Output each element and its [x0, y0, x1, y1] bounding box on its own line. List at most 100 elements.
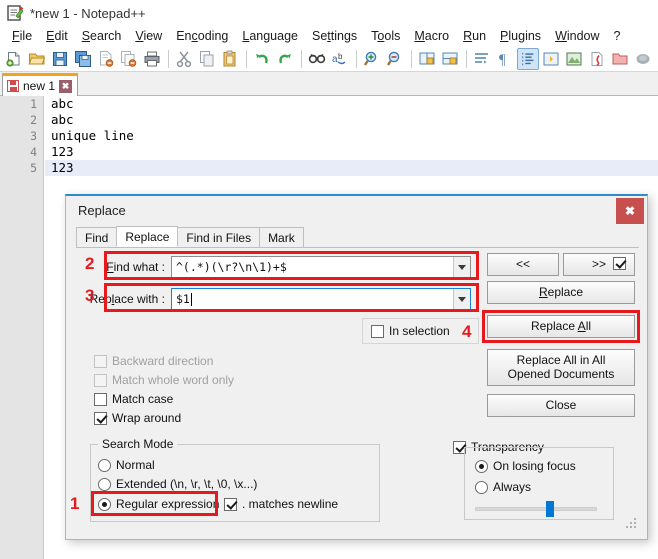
tab-find[interactable]: Find: [76, 227, 118, 247]
in-selection-checkbox[interactable]: In selection: [371, 324, 450, 338]
monitoring-icon[interactable]: [632, 48, 654, 70]
save-all-icon[interactable]: [72, 48, 94, 70]
wrap-around-label: Wrap around: [112, 411, 182, 425]
document-tab-new-1[interactable]: new 1 ✖: [2, 73, 79, 96]
dialog-close-button[interactable]: ✖: [616, 198, 644, 224]
tab-replace[interactable]: Replace: [116, 226, 179, 247]
dialog-body: Find what : ^(.*)(\r?\n\1)+$ Replace wit…: [70, 248, 640, 531]
sync-horizontal-scroll-icon[interactable]: [439, 48, 461, 70]
line-number: 4: [30, 145, 37, 159]
menu-file[interactable]: File: [5, 28, 39, 44]
document-map-icon[interactable]: [563, 48, 585, 70]
code-line[interactable]: 123: [45, 144, 658, 160]
on-losing-focus-label: On losing focus: [493, 459, 576, 473]
folder-as-workspace-icon[interactable]: [609, 48, 631, 70]
dot-matches-newline-label: . matches newline: [242, 497, 339, 511]
toolbar-separator: [246, 49, 247, 68]
close-button[interactable]: Close: [487, 394, 635, 417]
extended-radio[interactable]: Extended (\n, \r, \t, \0, \x...): [98, 477, 257, 491]
regular-expression-radio[interactable]: Regular expression: [98, 497, 219, 511]
menu-plugins[interactable]: Plugins: [493, 28, 548, 44]
zoom-out-icon[interactable]: [384, 48, 406, 70]
menu-settings[interactable]: Settings: [305, 28, 364, 44]
menu-macro[interactable]: Macro: [407, 28, 456, 44]
cut-icon[interactable]: [173, 48, 195, 70]
zoom-in-icon[interactable]: [361, 48, 383, 70]
code-line-current[interactable]: 123: [45, 160, 658, 176]
menu-help[interactable]: ?: [607, 28, 628, 44]
resize-grip[interactable]: [624, 516, 636, 528]
code-line[interactable]: unique line: [45, 128, 658, 144]
tab-mark[interactable]: Mark: [259, 227, 304, 247]
backward-direction-checkbox: Backward direction: [94, 354, 213, 368]
save-icon[interactable]: [49, 48, 71, 70]
replace-with-value: $1: [176, 292, 190, 306]
open-file-icon[interactable]: [26, 48, 48, 70]
find-what-row: Find what : ^(.*)(\r?\n\1)+$: [76, 254, 478, 280]
find-what-input[interactable]: ^(.*)(\r?\n\1)+$: [171, 256, 471, 278]
find-icon[interactable]: [306, 48, 328, 70]
normal-radio[interactable]: Normal: [98, 458, 155, 472]
on-losing-focus-radio[interactable]: On losing focus: [475, 459, 576, 473]
indent-guide-icon[interactable]: [517, 47, 539, 70]
window-title: *new 1 - Notepad++: [30, 5, 146, 21]
replace-button[interactable]: Replace: [487, 281, 635, 304]
notepad-plus-plus-icon: [6, 4, 24, 22]
dot-matches-newline-checkbox[interactable]: . matches newline: [224, 497, 338, 511]
menu-view[interactable]: View: [128, 28, 169, 44]
always-label: Always: [493, 480, 532, 494]
normal-label: Normal: [116, 458, 155, 472]
print-icon[interactable]: [141, 48, 163, 70]
backward-direction-label: Backward direction: [112, 354, 214, 368]
close-all-files-icon[interactable]: [118, 48, 140, 70]
menu-tools[interactable]: Tools: [364, 28, 407, 44]
search-mode-title: Search Mode: [98, 437, 178, 451]
match-case-checkbox[interactable]: Match case: [94, 392, 173, 406]
menu-search[interactable]: Search: [75, 28, 129, 44]
menu-language[interactable]: Language: [235, 28, 305, 44]
menu-run[interactable]: Run: [456, 28, 493, 44]
find-prev-button[interactable]: <<: [487, 253, 559, 276]
undo-icon[interactable]: [251, 48, 273, 70]
replace-all-button[interactable]: Replace All: [487, 315, 635, 338]
word-wrap-icon[interactable]: [471, 48, 493, 70]
copy-icon[interactable]: [196, 48, 218, 70]
user-defined-language-icon[interactable]: [540, 48, 562, 70]
transparency-slider[interactable]: [475, 500, 597, 518]
paste-icon[interactable]: [219, 48, 241, 70]
checkbox-box: [94, 354, 107, 368]
code-line[interactable]: abc: [45, 96, 658, 112]
tab-find-in-files[interactable]: Find in Files: [177, 227, 261, 247]
document-tab-bar: new 1 ✖: [0, 72, 658, 96]
redo-icon[interactable]: [274, 48, 296, 70]
code-line[interactable]: abc: [45, 112, 658, 128]
slider-thumb[interactable]: [545, 501, 554, 517]
find-next-after-replace-checkbox[interactable]: [613, 257, 631, 270]
replace-all-opened-docs-button[interactable]: Replace All in All Opened Documents: [487, 349, 635, 386]
menu-window[interactable]: Window: [548, 28, 606, 44]
sync-vertical-scroll-icon[interactable]: [416, 48, 438, 70]
menu-edit[interactable]: Edit: [39, 28, 75, 44]
close-file-icon[interactable]: [95, 48, 117, 70]
extended-label: Extended (\n, \r, \t, \0, \x...): [116, 477, 258, 491]
dialog-title: Replace: [78, 203, 126, 218]
slider-track: [475, 507, 597, 511]
toolbar-separator: [466, 49, 467, 68]
checkbox-box: [94, 373, 107, 387]
wrap-around-checkbox[interactable]: Wrap around: [94, 411, 181, 425]
line-number: 1: [30, 97, 37, 111]
find-what-dropdown-arrow[interactable]: [453, 257, 470, 277]
document-tab-close-icon[interactable]: ✖: [59, 79, 73, 93]
menu-encoding[interactable]: Encoding: [169, 28, 235, 44]
line-number: 5: [30, 161, 37, 175]
replace-with-dropdown-arrow[interactable]: [453, 289, 470, 309]
toolbar-separator: [356, 49, 357, 68]
always-radio[interactable]: Always: [475, 480, 531, 494]
text-caret: [190, 292, 192, 306]
replace-with-input[interactable]: $1: [171, 288, 471, 310]
unsaved-indicator-icon: [7, 80, 19, 92]
function-list-icon[interactable]: [586, 48, 608, 70]
new-file-icon[interactable]: [3, 48, 25, 70]
replace-icon[interactable]: a b: [329, 48, 351, 70]
show-all-characters-icon[interactable]: ¶: [494, 48, 516, 70]
